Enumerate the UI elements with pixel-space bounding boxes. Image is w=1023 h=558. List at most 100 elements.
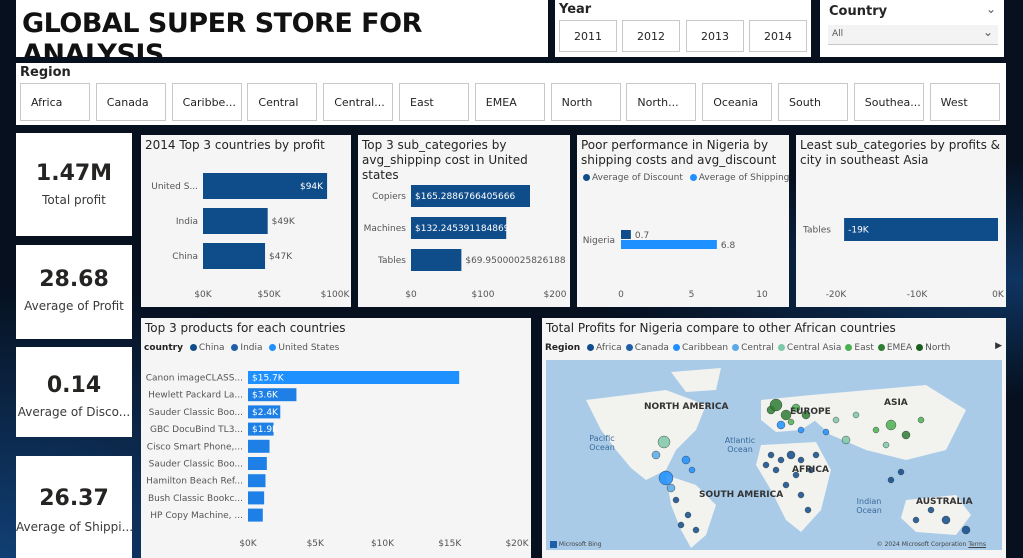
map-bubble[interactable] (917, 416, 925, 424)
map-bubble[interactable] (841, 435, 851, 445)
attribution-text: Microsoft Bing (558, 541, 602, 548)
year-option-2012[interactable]: 2012 (622, 20, 680, 52)
map-bubble[interactable] (882, 441, 890, 449)
category-label: Hewlett Packard La... (148, 391, 243, 401)
map-bubble[interactable] (887, 476, 895, 484)
chevron-down-icon[interactable]: ⌄ (986, 2, 996, 16)
region-option[interactable]: South (778, 83, 848, 121)
country-dropdown[interactable]: All ⌄ (828, 25, 998, 45)
bar[interactable] (248, 474, 266, 488)
map-bubble[interactable] (677, 521, 685, 529)
region-option[interactable]: West (929, 83, 1000, 121)
region-option[interactable]: Africa (20, 83, 90, 121)
kpi-average-discount: 0.14 Average of Disco... (16, 347, 132, 437)
category-label: Bush Classic Bookc... (148, 494, 243, 504)
map-bubble[interactable] (666, 483, 676, 493)
map-bubble[interactable] (787, 418, 795, 426)
map-attribution: Microsoft Bing (550, 541, 602, 548)
region-option[interactable]: EMEA (474, 83, 545, 121)
year-option-2013[interactable]: 2013 (686, 20, 744, 52)
map-label-australia: AUSTRALIA (916, 497, 973, 507)
legend-marker (732, 344, 740, 351)
bar[interactable] (411, 249, 462, 271)
region-option[interactable]: Southea... (853, 83, 924, 121)
map-bubble[interactable] (672, 496, 680, 504)
year-option-2014[interactable]: 2014 (749, 20, 807, 52)
country-selected-value: All (832, 29, 844, 39)
map-bubble[interactable] (782, 481, 790, 489)
map-bubble[interactable] (797, 426, 805, 434)
map-label-north-america: NORTH AMERICA (644, 402, 729, 412)
chart-top3-products: Top 3 products for each countries countr… (141, 318, 531, 558)
map-bubble[interactable] (852, 411, 860, 419)
bar[interactable] (203, 243, 266, 269)
map-bubble[interactable] (769, 398, 783, 412)
map-bubble[interactable] (961, 525, 971, 535)
map-bubble[interactable] (786, 450, 796, 460)
map-bubble[interactable] (767, 451, 775, 459)
chart-top3-subcategories-shipping: Top 3 sub_categories by avg_shippinp cos… (358, 135, 570, 307)
map-bubble[interactable] (832, 416, 840, 424)
legend-marker (672, 344, 680, 351)
data-label: 6.8 (721, 241, 736, 251)
bar[interactable] (203, 208, 268, 234)
region-option[interactable]: North... (626, 83, 697, 121)
region-slicer-label: Region (20, 65, 71, 80)
map-bubble[interactable] (658, 470, 674, 486)
map-bubble[interactable] (897, 468, 905, 476)
kpi-label: Average of Profit (24, 299, 124, 313)
bar[interactable] (621, 230, 631, 239)
map-bubble[interactable] (797, 491, 805, 499)
chart-svg: 0 5 10 Nigeria 0.7 6.8 (583, 230, 768, 300)
category-label: Hamilton Beach Ref... (146, 477, 243, 487)
map-bubble[interactable] (772, 466, 780, 474)
map-bubble[interactable] (762, 461, 770, 469)
bar[interactable] (621, 240, 717, 249)
map-bubble[interactable] (927, 506, 935, 514)
map-bubble[interactable] (684, 511, 692, 519)
map-bubble[interactable] (901, 430, 911, 440)
chevron-right-icon[interactable]: ▶ (995, 341, 1002, 351)
category-label: Sauder Classic Boo... (149, 460, 243, 470)
region-option[interactable]: East (399, 83, 469, 121)
map-bubble[interactable] (777, 456, 785, 464)
map-bubble[interactable] (822, 428, 830, 436)
map-label-africa: AFRICA (792, 465, 829, 475)
bar[interactable] (248, 439, 270, 453)
world-map-svg (586, 368, 971, 548)
map-bubble[interactable] (688, 466, 696, 474)
map-canvas[interactable]: NORTH AMERICA EUROPE ASIA AFRICA SOUTH A… (546, 360, 1002, 550)
region-option[interactable]: Central (247, 83, 318, 121)
region-option[interactable]: Central... (323, 83, 394, 121)
bar[interactable] (248, 457, 267, 470)
region-option[interactable]: Oceania (702, 83, 773, 121)
category-label: Sauder Classic Boo... (149, 408, 243, 418)
year-option-2011[interactable]: 2011 (559, 20, 617, 52)
data-label: $2.4K (252, 408, 279, 418)
chart-nigeria-performance: Poor performance in Nigeria by shipping … (577, 135, 789, 307)
map-bubble[interactable] (885, 419, 897, 431)
map-bubble[interactable] (804, 506, 812, 514)
data-label: $69.95000025826188 (465, 256, 565, 266)
terms-link[interactable]: Terms (968, 541, 986, 548)
map-bubble[interactable] (872, 426, 880, 434)
map-bubble[interactable] (681, 455, 691, 465)
data-label: $47K (269, 252, 293, 262)
map-bubble[interactable] (692, 526, 700, 534)
chevron-down-icon: ⌄ (982, 25, 993, 39)
map-bubble[interactable] (797, 456, 805, 464)
map-bubble[interactable] (941, 515, 951, 525)
region-option[interactable]: North (550, 83, 621, 121)
map-bubble[interactable] (776, 420, 786, 430)
bar[interactable] (248, 508, 263, 522)
map-ocean-pacific: Pacific Ocean (589, 434, 615, 452)
map-bubble[interactable] (912, 516, 920, 524)
map-bubble[interactable] (651, 450, 661, 460)
bar[interactable] (248, 491, 265, 505)
region-option[interactable]: Canada (95, 83, 166, 121)
x-tick-label: 0K (992, 290, 1005, 300)
map-title: Total Profits for Nigeria compare to oth… (546, 321, 896, 335)
region-option[interactable]: Caribbe... (171, 83, 242, 121)
map-bubble[interactable] (812, 451, 820, 459)
map-bubble[interactable] (657, 435, 671, 449)
